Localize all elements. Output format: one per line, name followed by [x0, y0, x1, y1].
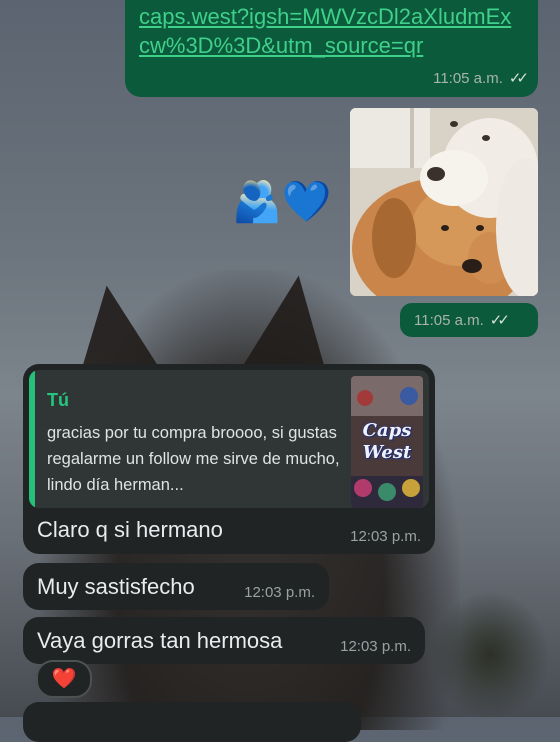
message-text: Claro q si hermano: [37, 517, 223, 542]
quote-thumbnail-caps-west: Caps West: [351, 376, 423, 508]
quote-thumbnail-logo-text: Caps West: [362, 420, 412, 463]
quoted-message[interactable]: Tú gracias por tu compra broooo, si gust…: [29, 370, 429, 508]
message-time: 11:05 a.m.: [414, 312, 484, 329]
quote-text: gracias por tu compra broooo, si gustas …: [47, 424, 340, 494]
message-time: 11:05 a.m.: [433, 70, 503, 87]
double-check-icon: ✓✓: [508, 70, 529, 87]
photo-timestamp-pill: 11:05 a.m. ✓✓: [400, 303, 538, 337]
incoming-message[interactable]: Muy sastisfecho 12:03 p.m.: [23, 563, 329, 610]
message-text: Muy sastisfecho: [37, 574, 195, 599]
heart-reaction[interactable]: ❤️: [36, 660, 92, 698]
quote-accent-bar: [29, 370, 35, 508]
dogs-photo-image: [350, 108, 538, 296]
wallpaper-tree: [430, 590, 550, 720]
photo-reactions[interactable]: 🫂💙: [232, 180, 332, 224]
message-time: 12:03 p.m.: [340, 638, 411, 655]
shared-photo-dogs[interactable]: [350, 108, 538, 296]
message-meta: 11:05 a.m. ✓✓: [433, 69, 529, 88]
quote-author: Tú: [47, 390, 69, 410]
outgoing-link-message[interactable]: caps.west?igsh=MWVzcDl2aXludmExcw%3D%3D&…: [125, 0, 538, 97]
incoming-message[interactable]: Vaya gorras tan hermosa 12:03 p.m.: [23, 617, 425, 664]
message-time: 12:03 p.m.: [350, 528, 421, 545]
incoming-reply-message[interactable]: Tú gracias por tu compra broooo, si gust…: [23, 364, 435, 554]
message-time: 12:03 p.m.: [244, 584, 315, 601]
message-text: Vaya gorras tan hermosa: [37, 628, 283, 653]
instagram-link[interactable]: caps.west?igsh=MWVzcDl2aXludmExcw%3D%3D&…: [139, 2, 519, 60]
double-check-icon: ✓✓: [489, 312, 510, 329]
incoming-message-partial[interactable]: [23, 702, 361, 742]
